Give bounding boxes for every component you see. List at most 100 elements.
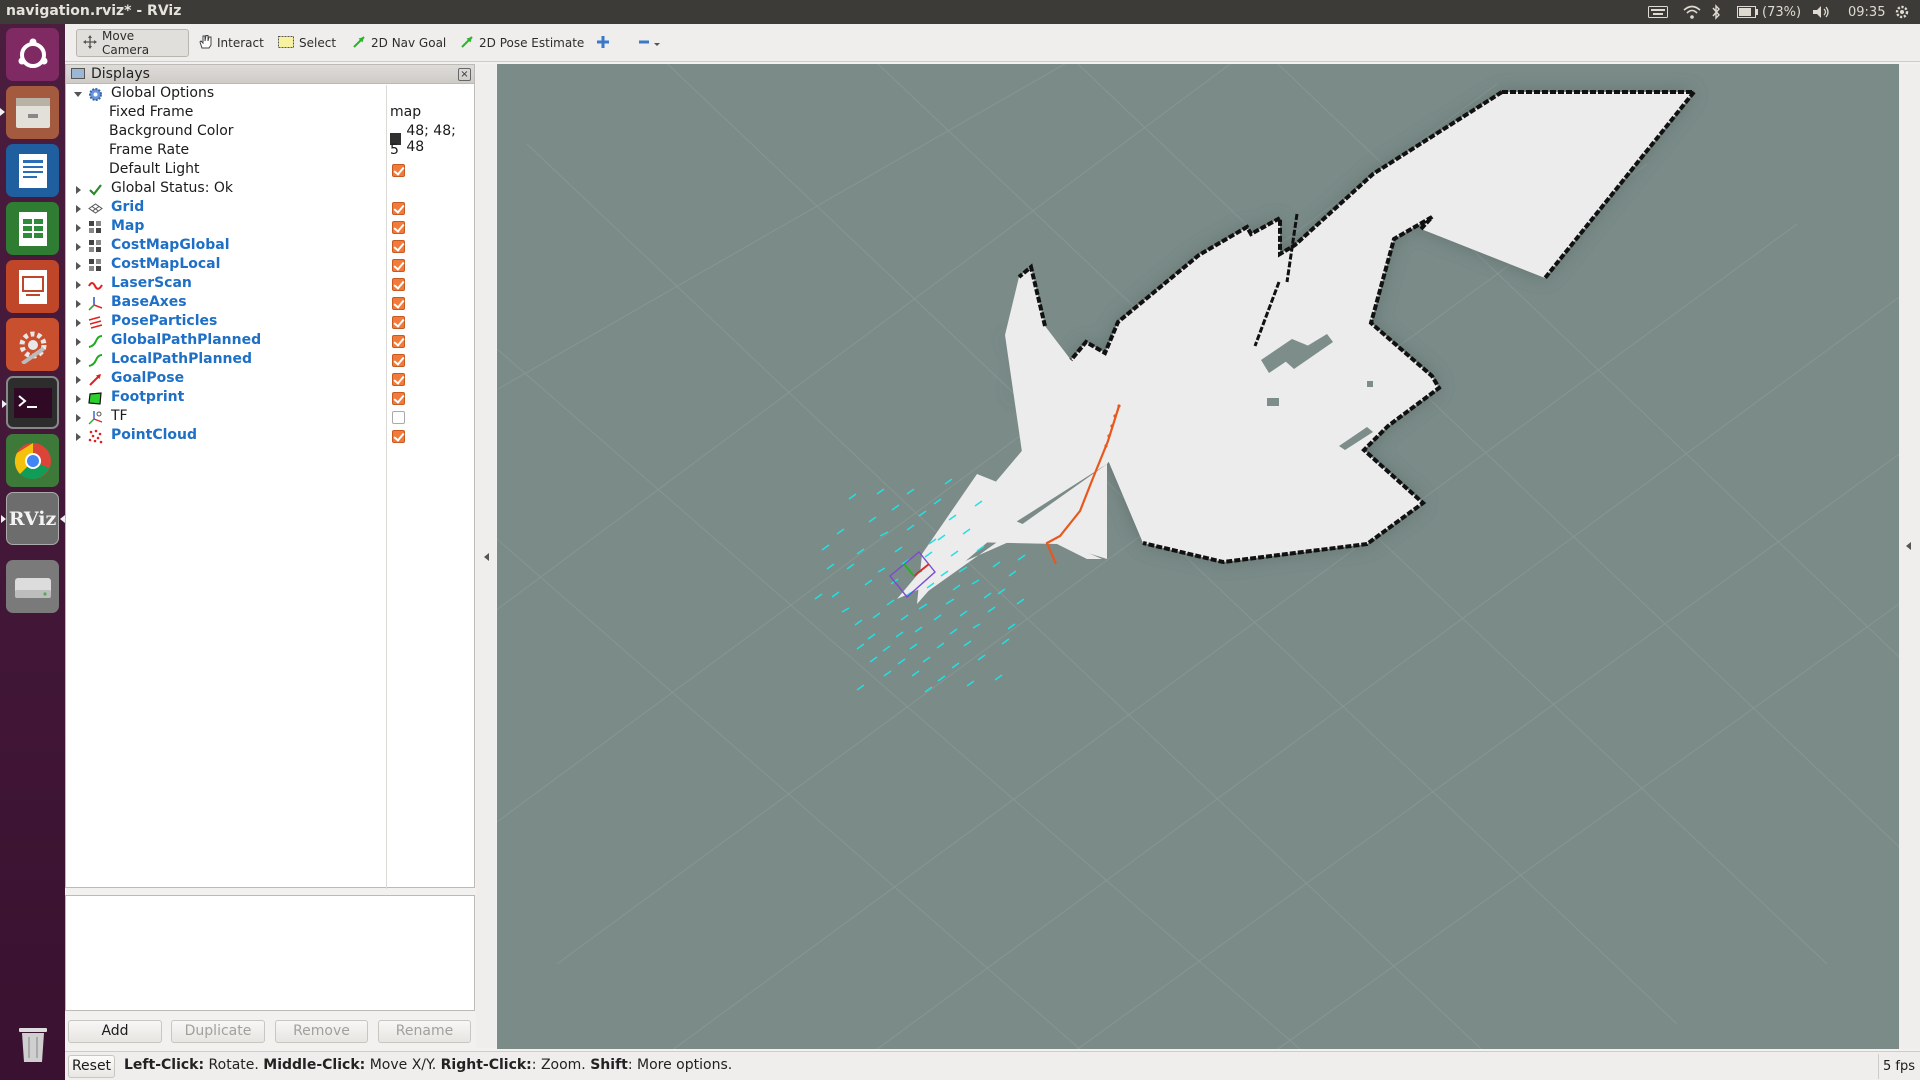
expand-arrow-icon[interactable] [76,395,81,403]
default-light-checkbox[interactable] [392,164,405,177]
costmapglobal-checkbox[interactable] [392,240,405,253]
reset-button[interactable]: Reset [68,1055,115,1078]
settings-icon[interactable] [6,318,59,371]
right-splitter[interactable] [1899,64,1920,1049]
expand-arrow-icon[interactable] [76,376,81,384]
pose-particles-icon [88,315,103,330]
localpathplanned-checkbox[interactable] [392,354,405,367]
expand-arrow-icon[interactable] [76,338,81,346]
calc-icon[interactable] [6,202,59,255]
grid-checkbox[interactable] [392,202,405,215]
tree-row-costmaplocal[interactable]: CostMapLocal [66,256,474,275]
ubuntu-dash-icon[interactable] [6,28,59,81]
laserscan-checkbox[interactable] [392,278,405,291]
tree-row-frame-rate[interactable]: Frame Rate 5 [66,142,474,161]
poseparticles-checkbox[interactable] [392,316,405,329]
battery-indicator[interactable]: (73%) [1737,3,1801,21]
tree-row-fixed-frame[interactable]: Fixed Frame map [66,104,474,123]
baseaxes-checkbox[interactable] [392,297,405,310]
expand-arrow-icon[interactable] [76,224,81,232]
expand-arrow-icon[interactable] [76,281,81,289]
expand-arrow-icon[interactable] [76,433,81,441]
add-tool-button[interactable] [590,29,616,57]
panel-splitter[interactable] [476,64,496,1048]
polygon-icon [88,391,103,406]
interact-tool[interactable]: Interact [192,29,270,57]
chrome-icon[interactable] [6,434,59,487]
trash-icon[interactable] [6,1016,59,1069]
gear-icon[interactable] [1894,3,1910,21]
tree-row-default-light[interactable]: Default Light [66,161,474,180]
tree-row-localpathplanned[interactable]: LocalPathPlanned [66,351,474,370]
expand-arrow-icon[interactable] [1906,542,1911,550]
pointcloud-checkbox[interactable] [392,430,405,443]
globalpathplanned-checkbox[interactable] [392,335,405,348]
impress-icon[interactable] [6,260,59,313]
tree-row-goalpose[interactable]: GoalPose [66,370,474,389]
tree-row-grid[interactable]: Grid [66,199,474,218]
footprint-checkbox[interactable] [392,392,405,405]
tree-row-tf[interactable]: TF [66,408,474,427]
fixed-frame-value[interactable]: map [390,104,421,120]
tree-row-background-color[interactable]: Background Color 48; 48; 48 [66,123,474,155]
nav-goal-arrow-icon [352,35,366,52]
move-camera-label: Move Camera [102,29,150,57]
tf-checkbox[interactable] [392,411,405,424]
expand-arrow-icon[interactable] [76,243,81,251]
terminal-icon[interactable] [2,376,59,429]
tf-label: TF [111,408,128,424]
expand-arrow-icon[interactable] [76,319,81,327]
expand-arrow-icon[interactable] [76,205,81,213]
tree-row-global-options[interactable]: Global Options [66,85,474,104]
remove-button[interactable]: Remove [275,1020,368,1043]
writer-icon[interactable] [6,144,59,197]
baseaxes-label: BaseAxes [111,294,187,310]
add-button[interactable]: Add [68,1020,162,1043]
costmapglobal-label: CostMapGlobal [111,237,230,253]
map-checkbox[interactable] [392,221,405,234]
costmaplocal-checkbox[interactable] [392,259,405,272]
frame-rate-value[interactable]: 5 [390,142,399,158]
map-icon [88,220,103,235]
close-icon[interactable]: × [458,68,471,81]
viewport-canvas [497,64,1899,1049]
expand-arrow-icon[interactable] [76,262,81,270]
tree-row-pointcloud[interactable]: PointCloud [66,427,474,446]
description-panel [65,895,475,1011]
rename-button[interactable]: Rename [378,1020,471,1043]
pointcloud-icon [88,429,103,444]
keyboard-icon[interactable] [1648,3,1668,21]
battery-percent: (73%) [1762,4,1802,20]
2d-nav-goal-tool[interactable]: 2D Nav Goal [346,29,452,57]
wifi-icon[interactable] [1683,3,1701,21]
tree-row-poseparticles[interactable]: PoseParticles [66,313,474,332]
expand-arrow-icon[interactable] [76,357,81,365]
expand-arrow-icon[interactable] [76,186,81,194]
files-icon[interactable] [0,86,59,139]
tree-row-map[interactable]: Map [66,218,474,237]
select-tool[interactable]: Select [272,29,342,57]
expand-arrow-icon[interactable] [76,414,81,422]
move-camera-tool[interactable]: Move Camera [76,29,189,57]
2d-pose-estimate-tool[interactable]: 2D Pose Estimate [454,29,590,57]
3d-viewport[interactable] [497,64,1899,1049]
tree-row-costmapglobal[interactable]: CostMapGlobal [66,237,474,256]
expand-arrow-icon[interactable] [76,300,81,308]
goalpose-checkbox[interactable] [392,373,405,386]
clock[interactable]: 09:35 [1848,3,1885,21]
volume-icon[interactable] [1812,3,1830,21]
tree-row-baseaxes[interactable]: BaseAxes [66,294,474,313]
disk-icon[interactable] [6,560,59,613]
expand-arrow-icon[interactable] [74,92,82,97]
global-options-label: Global Options [111,85,215,101]
collapse-arrow-icon[interactable] [484,553,489,561]
remove-tool-button[interactable] [632,29,668,57]
bluetooth-icon[interactable] [1711,3,1721,21]
tree-row-laserscan[interactable]: LaserScan [66,275,474,294]
duplicate-button[interactable]: Duplicate [171,1020,265,1043]
footprint-label: Footprint [111,389,185,405]
tree-row-globalpathplanned[interactable]: GlobalPathPlanned [66,332,474,351]
tree-row-footprint[interactable]: Footprint [66,389,474,408]
tree-row-global-status[interactable]: Global Status: Ok [66,180,474,199]
rviz-icon[interactable]: RViz [1,492,65,545]
